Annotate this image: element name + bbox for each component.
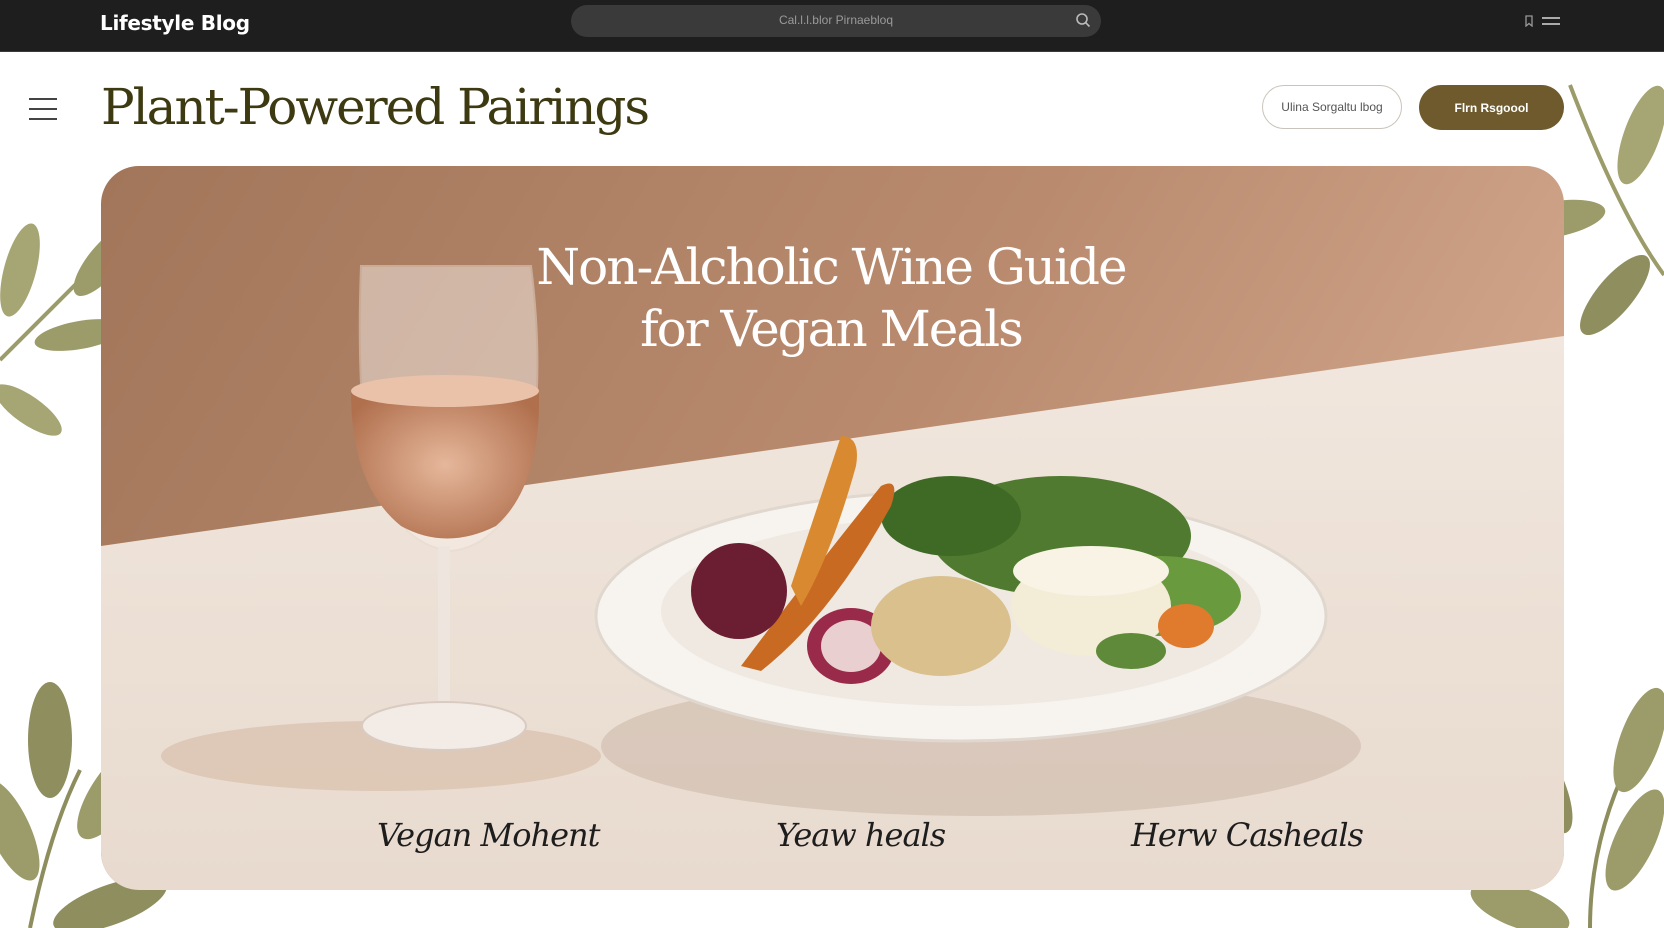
search-input[interactable]: Cal.l.l.blor Pirnaebloq [571, 13, 1061, 27]
top-navbar: Lifestyle Blog Cal.l.l.blor Pirnaebloq [0, 0, 1664, 52]
caption-center: Yeaw heals [776, 816, 946, 854]
search-bar[interactable]: Cal.l.l.blor Pirnaebloq [571, 5, 1101, 37]
menu-icon[interactable] [1542, 16, 1560, 26]
hero-title-line1: Non-Alcholic Wine Guide [536, 238, 1127, 296]
bookmark-icon[interactable] [1524, 15, 1534, 27]
hero-banner[interactable]: Non-Alcholic Wine Guide for Vegan Meals … [101, 166, 1564, 890]
secondary-button[interactable]: Ulina Sorgaltu lbog [1262, 85, 1402, 129]
caption-left: Vegan Mohent [377, 816, 600, 854]
top-actions [1524, 15, 1560, 27]
hero-title-line2: for Vegan Meals [640, 300, 1024, 358]
hamburger-icon[interactable] [29, 97, 57, 121]
search-icon[interactable] [1075, 12, 1091, 28]
hero-title: Non-Alcholic Wine Guide for Vegan Meals [501, 236, 1161, 360]
page-title: Plant-Powered Pairings [101, 78, 650, 136]
brand-logo[interactable]: Lifestyle Blog [100, 11, 250, 35]
caption-right: Herw Casheals [1131, 816, 1364, 854]
